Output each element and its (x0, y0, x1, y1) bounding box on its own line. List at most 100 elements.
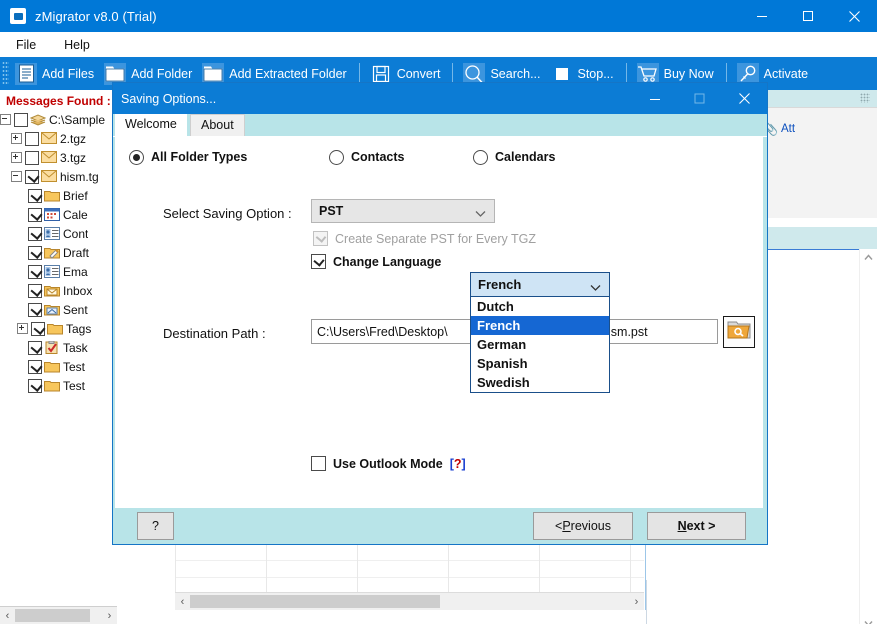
maximize-icon[interactable] (677, 83, 722, 114)
browse-button[interactable] (723, 316, 755, 348)
tree-item-3tgz[interactable]: 3.tgz (0, 148, 118, 167)
scroll-right-icon[interactable]: › (629, 596, 644, 608)
collapse-toggle-icon[interactable] (0, 114, 11, 125)
language-combobox-head[interactable]: French (470, 272, 610, 297)
help-button[interactable]: ? (137, 512, 174, 540)
tree-item-tags[interactable]: Tags (0, 319, 118, 338)
tree-item-contacts[interactable]: Cont (0, 224, 118, 243)
language-option-german[interactable]: German (471, 335, 609, 354)
resize-grip-icon[interactable] (860, 93, 870, 103)
tree-item-tasks[interactable]: Task (0, 338, 118, 357)
scroll-right-icon[interactable]: › (102, 610, 117, 622)
toolbar-label: Convert (396, 66, 441, 81)
tree-checkbox[interactable] (31, 321, 45, 336)
folder-icon (47, 322, 63, 336)
window-title: zMigrator v8.0 (Trial) (35, 8, 157, 24)
language-option-list: Dutch French German Spanish Swedish (470, 297, 610, 393)
scrollbar-thumb[interactable] (190, 595, 440, 608)
checkbox-indicator-icon (311, 456, 326, 471)
folder-icon (44, 189, 60, 203)
chevron-up-icon[interactable] (860, 249, 877, 266)
saving-option-label: Select Saving Option : (163, 206, 292, 221)
toolbar-label: Add Files (42, 66, 95, 81)
dialog-body: All Folder Types Contacts Calendars Sele… (115, 136, 763, 508)
scroll-left-icon[interactable]: ‹ (175, 596, 190, 608)
tree-checkbox[interactable] (28, 245, 42, 260)
collapse-toggle-icon[interactable] (11, 171, 22, 182)
tree-item-calendar[interactable]: Cale (0, 205, 118, 224)
previous-button[interactable]: < Previous (533, 512, 633, 540)
tree-item-emailed-contacts[interactable]: Ema (0, 262, 118, 281)
tree-item-sent[interactable]: Sent (0, 300, 118, 319)
tree-item-test-2[interactable]: Test (0, 376, 118, 395)
tree-checkbox[interactable] (28, 340, 42, 355)
tree-checkbox[interactable] (28, 226, 42, 241)
tree-item-label: hism.tg (60, 169, 99, 184)
close-icon[interactable] (722, 83, 767, 114)
expand-toggle-icon[interactable] (11, 152, 22, 163)
radio-calendars[interactable]: Calendars (473, 149, 555, 165)
tree-item-2tgz[interactable]: 2.tgz (0, 129, 118, 148)
message-list-horizontal-scrollbar[interactable]: ‹ › (175, 592, 644, 610)
language-combobox[interactable]: French Dutch French German Spanish Swedi… (470, 272, 610, 393)
expand-toggle-icon[interactable] (17, 323, 28, 334)
chevron-down-icon[interactable] (860, 615, 877, 624)
tree-item-test-1[interactable]: Test (0, 357, 118, 376)
toolbar-label: Add Folder (131, 66, 193, 81)
scroll-left-icon[interactable]: ‹ (0, 610, 15, 622)
tree-checkbox[interactable] (28, 302, 42, 317)
tree-item-briefcase[interactable]: Brief (0, 186, 118, 205)
tree-checkbox[interactable] (28, 283, 42, 298)
maximize-icon[interactable] (785, 0, 831, 32)
close-icon[interactable] (831, 0, 877, 32)
minimize-icon[interactable] (632, 83, 677, 114)
create-separate-pst-checkbox: Create Separate PST for Every TGZ (313, 231, 536, 246)
tree-item-c-sample[interactable]: C:\Sample (0, 110, 118, 129)
chevron-down-icon (590, 280, 601, 295)
use-outlook-mode-checkbox[interactable]: Use Outlook Mode [?] (311, 456, 466, 471)
tree-checkbox[interactable] (28, 207, 42, 222)
language-option-spanish[interactable]: Spanish (471, 354, 609, 373)
language-option-swedish[interactable]: Swedish (471, 373, 609, 392)
change-language-checkbox[interactable]: Change Language (311, 254, 441, 269)
attachments-link[interactable]: Att (781, 123, 795, 135)
tree-checkbox[interactable] (28, 378, 42, 393)
menu-item-file[interactable]: File (4, 35, 48, 55)
toolbar-button-add-files[interactable]: Add Files (11, 57, 100, 90)
tree-checkbox[interactable] (25, 131, 39, 146)
language-option-french[interactable]: French (471, 316, 609, 335)
menu-item-help[interactable]: Help (52, 35, 102, 55)
radio-contacts[interactable]: Contacts (329, 149, 404, 165)
tree-item-inbox[interactable]: Inbox (0, 281, 118, 300)
destination-path-input-tail[interactable]: ism.pst (608, 319, 718, 344)
scrollbar-thumb[interactable] (15, 609, 90, 622)
archive-box-icon (29, 113, 47, 127)
language-option-dutch[interactable]: Dutch (471, 297, 609, 316)
sidebar-horizontal-scrollbar[interactable]: ‹ › (0, 606, 117, 624)
tree-item-hism-tgz[interactable]: hism.tg (0, 167, 118, 186)
checkbox-label: Create Separate PST for Every TGZ (335, 231, 537, 246)
tree-item-label: Test (63, 378, 86, 393)
tab-welcome[interactable]: Welcome (115, 114, 187, 136)
preview-vertical-scrollbar[interactable] (859, 249, 877, 624)
tree-checkbox[interactable] (25, 169, 39, 184)
tree-checkbox[interactable] (25, 150, 39, 165)
tree-checkbox[interactable] (28, 359, 42, 374)
tree-checkbox[interactable] (28, 264, 42, 279)
dialog-footer: ? < Previous Next > (115, 508, 763, 541)
radio-all-folder-types[interactable]: All Folder Types (129, 149, 247, 165)
inbox-envelope-icon (44, 284, 60, 298)
minimize-icon[interactable] (739, 0, 785, 32)
tree-item-drafts[interactable]: Draft (0, 243, 118, 262)
tree-checkbox[interactable] (14, 112, 28, 127)
expand-toggle-icon[interactable] (11, 133, 22, 144)
saving-option-select[interactable]: PST (311, 199, 495, 223)
toolbar-grip[interactable] (2, 61, 9, 86)
tab-about[interactable]: About (190, 114, 245, 136)
next-button[interactable]: Next > (647, 512, 746, 540)
tree-checkbox[interactable] (28, 188, 42, 203)
tree-item-label: Brief (63, 188, 88, 203)
outlook-mode-help-icon[interactable]: [?] (450, 457, 466, 471)
draft-pencil-icon (44, 246, 60, 260)
radio-indicator-icon (129, 149, 144, 165)
